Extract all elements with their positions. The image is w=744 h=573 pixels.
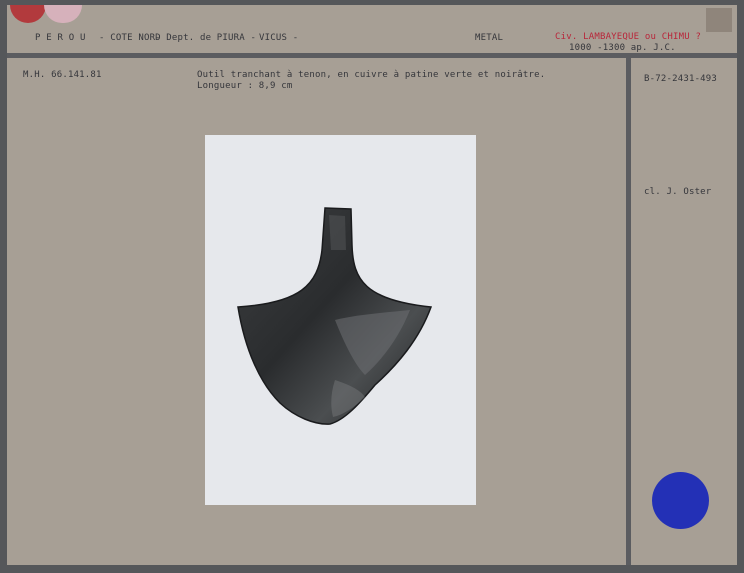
photographer-credit: cl. J. Oster	[644, 187, 712, 197]
dates-label: 1000 -1300 ap. J.C.	[569, 43, 676, 53]
description-line-2: Longueur : 8,9 cm	[197, 81, 293, 91]
country-label: P E R O U	[35, 33, 86, 43]
right-column-rule	[626, 53, 631, 565]
material-label: METAL	[475, 33, 504, 43]
region-label: - COTE NORD	[99, 33, 161, 43]
blue-marker-dot	[652, 472, 709, 529]
civilization-label: Civ. LAMBAYEQUE ou CHIMU ?	[555, 32, 702, 42]
site-label: VICUS -	[259, 33, 299, 43]
corner-index-tab	[706, 8, 732, 32]
description-line-1: Outil tranchant à tenon, en cuivre à pat…	[197, 70, 546, 80]
inventory-number: M.H. 66.141.81	[23, 70, 102, 80]
artifact-photograph	[205, 135, 476, 505]
tenon-shade	[329, 215, 346, 250]
photo-reference: B-72-2431-493	[644, 74, 718, 84]
catalog-card: P E R O U - COTE NORD - Dept. de PIURA -…	[7, 5, 737, 565]
copper-tool-image	[237, 207, 433, 425]
department-label: - Dept. de PIURA -	[155, 33, 257, 43]
red-index-tab	[10, 5, 46, 23]
pink-index-tab	[44, 5, 82, 23]
